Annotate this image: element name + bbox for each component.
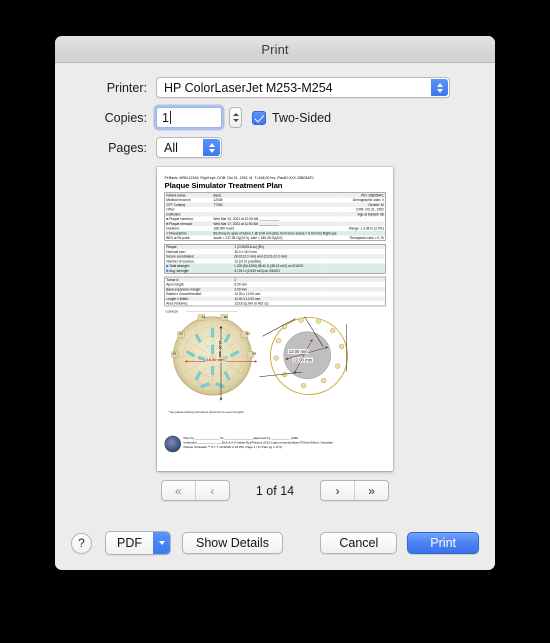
two-sided-checkbox[interactable]: Two-Sided — [252, 110, 332, 125]
plaque-height-dimension-arrow — [219, 326, 223, 401]
printer-select[interactable]: HP ColorLaserJet M253-M254 — [156, 77, 450, 98]
table-cell-label: Avg. strength: — [164, 268, 234, 274]
table-row: Area (Volume): 123.8 sq.mm (0.451 cc) — [165, 301, 386, 306]
table-cell-value: 3.724 U (2.933 mCi) on 3/10/21 — [233, 268, 326, 274]
pages-row: Pages: All — [55, 137, 495, 158]
table-cell-note — [326, 301, 386, 306]
preview-footnote: * See plaque loading instructions docume… — [168, 410, 245, 414]
table-cell-label: BED at Rx point: — [166, 236, 191, 240]
stepper-up-icon[interactable] — [232, 113, 239, 116]
status-bullet-icon — [166, 222, 169, 225]
previous-page-button[interactable]: ‹ — [194, 481, 229, 500]
window-titlebar: Print — [55, 36, 495, 63]
table-cell-value: Acute = 137.38 Gy(10.0), Late = 180.26 G… — [213, 236, 283, 240]
notch-label-a1: A1 — [201, 315, 206, 319]
preview-footer-text: Plan by ______________ for _____________… — [184, 436, 334, 450]
table-cell-value: 123.8 sq.mm (0.451 cc) — [234, 301, 269, 306]
table-cell-note — [325, 268, 386, 274]
window-title: Print — [261, 41, 289, 57]
chevron-updown-icon — [203, 139, 220, 156]
dialog-body: Printer: HP ColorLaserJet M253-M254 Copi… — [55, 63, 495, 570]
pdf-button[interactable]: PDF — [105, 531, 171, 555]
notch-label-b3: B3 — [252, 351, 257, 356]
eye-globe-diagram: 12.00 mm 12.00 mm — [259, 308, 357, 404]
notch-label-a2: A2 — [179, 331, 183, 336]
show-details-button[interactable]: Show Details — [182, 532, 283, 554]
copies-stepper[interactable] — [229, 107, 242, 128]
preview-table-tumor: Tumor #: 1 Apex height: 6.00 mm Base expansi… — [164, 276, 386, 307]
figure-divider — [186, 311, 239, 312]
copies-row: Copies: 1 Two-Sided — [55, 107, 495, 128]
preview-pager: « ‹ 1 of 14 › » — [55, 480, 495, 501]
tumor-dimension-label-1: 12.00 mm — [288, 349, 309, 354]
stepper-down-icon[interactable] — [232, 119, 239, 122]
preview-footer: Plan by ______________ for _____________… — [164, 435, 386, 453]
status-bullet-icon — [166, 265, 169, 267]
chevron-updown-icon — [431, 79, 448, 96]
page-indicator: 1 of 14 — [255, 483, 295, 498]
table-cell-note: Therapeutic ratio = 0.76 — [349, 236, 384, 240]
table-row: Avg. strength: 3.724 U (2.933 mCi) on 3/1… — [164, 268, 386, 274]
notch-label-b2: B2 — [246, 331, 250, 336]
pages-label: Pages: — [108, 140, 147, 155]
tumor-dimension-label-2: 12.00 mm — [292, 357, 313, 363]
copies-input[interactable]: 1 — [156, 107, 222, 128]
print-preview-page[interactable]: Pt:Basic, MRN:12345, Right eye, DOB: Oct… — [157, 167, 393, 471]
plaque-enface-diagram: 16.00 mm 16.00 mm — [171, 314, 257, 401]
pager-forward-group: › » — [320, 480, 390, 501]
cancel-button[interactable]: Cancel — [320, 532, 398, 554]
printer-label: Printer: — [106, 80, 147, 95]
pages-select-value: All — [164, 140, 178, 155]
preview-table-plaque: Plaque: 1 (COMS16-sz) (Rx) Nominal size: 16… — [164, 244, 386, 274]
table-row: BED at Rx point: Acute = 137.38 Gy(10.0),… — [165, 236, 386, 241]
pages-select[interactable]: All — [156, 137, 222, 158]
printer-select-value: HP ColorLaserJet M253-M254 — [164, 80, 333, 95]
plaque-model-label: COMS16 — [165, 309, 178, 314]
status-bullet-icon — [166, 232, 169, 235]
printer-row: Printer: HP ColorLaserJet M253-M254 — [55, 77, 495, 98]
table-cell-label: Area (Volume): — [166, 301, 188, 306]
table-cell-value: 85.00 Gy to apex of tumor 1 @ 6.00 mm (d… — [212, 230, 338, 236]
plaque-height-dimension-label: 16.00 mm — [217, 340, 222, 358]
pdf-button-label: PDF — [117, 536, 142, 550]
preview-document-sheet: Pt:Basic, MRN:12345, Right eye, DOB: Oct… — [157, 167, 393, 471]
notch-label-b1: B1 — [224, 315, 228, 319]
print-dialog-window: Print Printer: HP ColorLaserJet M253-M25… — [55, 36, 495, 570]
status-bullet-icon — [166, 218, 169, 220]
institution-seal-icon — [164, 435, 181, 453]
preview-figure: COMS16 16.00 mm 16.00 mm A1 B1 A2 B2 A3 … — [165, 308, 386, 418]
print-preview-area: Pt:Basic, MRN:12345, Right eye, DOB: Oct… — [55, 167, 495, 471]
dialog-footer: ? PDF Show Details Cancel Print — [55, 516, 495, 570]
two-sided-label: Two-Sided — [272, 110, 332, 125]
first-page-button[interactable]: « — [162, 481, 195, 500]
preview-table-patient: Patient name: Basic PID: 25B05AF1 Medical r… — [164, 192, 386, 241]
help-button[interactable]: ? — [71, 532, 92, 554]
copies-label: Copies: — [104, 110, 147, 125]
preview-header-line: Pt:Basic, MRN:12345, Right eye, DOB: Oct… — [164, 175, 314, 180]
checkmark-icon — [252, 110, 266, 125]
print-options-form: Printer: HP ColorLaserJet M253-M254 Copi… — [55, 63, 495, 158]
pager-back-group: « ‹ — [160, 480, 230, 501]
last-page-button[interactable]: » — [354, 481, 388, 500]
chevron-down-icon[interactable] — [153, 532, 170, 554]
text-caret — [169, 111, 171, 124]
footer-line-3: Plaque Simulator™ 6.7.7 12/18/20 2:23 PM… — [183, 445, 282, 449]
next-page-button[interactable]: › — [321, 481, 354, 500]
notch-label-a3: A3 — [172, 351, 177, 356]
preview-document-title: Plaque Simulator Treatment Plan — [164, 181, 283, 190]
plaque-width-dimension-label: 16.00 mm — [205, 357, 226, 363]
copies-input-value: 1 — [162, 110, 169, 125]
print-button[interactable]: Print — [407, 532, 479, 554]
status-bullet-icon — [166, 269, 169, 272]
